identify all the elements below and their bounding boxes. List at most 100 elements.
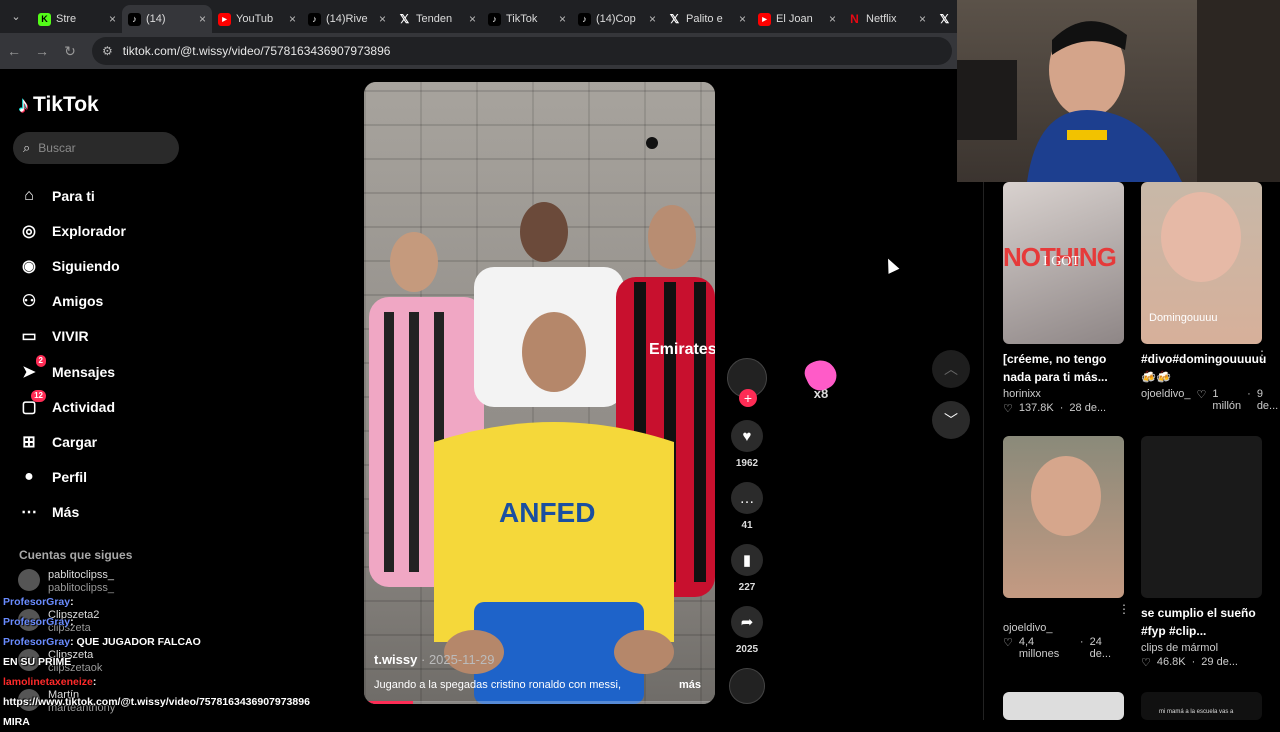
menu-item-label: Más [52, 504, 80, 521]
card-date: 28 de... [1069, 402, 1107, 414]
search-input[interactable]: ⌕ Buscar [13, 132, 179, 164]
tab-close-icon[interactable]: × [829, 12, 836, 26]
tab-close-icon[interactable]: × [559, 12, 566, 26]
card-caption[interactable]: [créeme, no tengo nada para ti más... [1003, 350, 1127, 386]
card-thumbnail[interactable]: NOTHING I GOT [1003, 182, 1124, 344]
recommendation-card[interactable]: NOTHING I GOT [créeme, no tengo nada par… [1003, 182, 1124, 415]
chat-message: https://www.tiktok.com/@t.wissy/video/75… [3, 692, 310, 732]
video-description: Jugando a la spegadas cristino ronaldo c… [374, 679, 622, 691]
video-author[interactable]: t.wissy · 2025-11-29 [374, 652, 494, 667]
reload-icon[interactable]: ↻ [56, 43, 84, 60]
browser-tab[interactable]: K Stre × [32, 5, 122, 33]
x-favicon-icon: 𝕏 [399, 12, 410, 26]
tab-close-icon[interactable]: × [469, 12, 476, 26]
tab-close-icon[interactable]: × [739, 12, 746, 26]
tab-close-icon[interactable]: × [199, 12, 206, 26]
menu-item-mensajes[interactable]: ➤ 2 Mensajes [18, 354, 126, 389]
tab-close-icon[interactable]: × [109, 12, 116, 26]
previous-video-button[interactable]: ︿ [932, 350, 970, 388]
browser-tab[interactable]: 𝕏 Tenden × [392, 5, 482, 33]
browser-tab[interactable]: ▶ El Joan × [752, 5, 842, 33]
card-thumbnail[interactable] [1003, 436, 1124, 598]
forward-icon[interactable]: → [28, 43, 56, 59]
comment-count: 41 [741, 520, 753, 531]
card-thumbnail[interactable] [1003, 692, 1124, 720]
card-author[interactable]: horinixx [1003, 388, 1124, 400]
video-player[interactable]: Emirates ANFED t.wissy · 2025-11-29 Juga… [364, 82, 715, 704]
card-thumbnail[interactable] [1141, 436, 1262, 598]
site-settings-icon[interactable]: ⚙ [102, 44, 113, 58]
recommendation-card[interactable]: se cumplio el sueño #fyp #clip... clips … [1141, 436, 1262, 669]
browser-tab[interactable]: ♪ TikTok × [482, 5, 572, 33]
card-thumbnail[interactable]: mi mamá a la escuela vas a [1141, 692, 1262, 720]
tab-title: Stre [56, 13, 77, 25]
browser-tab[interactable]: N Netflix × [842, 5, 932, 33]
follow-plus-icon[interactable]: + [739, 389, 757, 407]
like-button[interactable]: ♥ [731, 420, 763, 452]
browser-tab[interactable]: ♪ (14)Rive × [302, 5, 392, 33]
more-link[interactable]: más [679, 679, 701, 691]
video-date: 2025-11-29 [428, 652, 495, 667]
share-button[interactable]: ➦ [731, 606, 763, 638]
menu-item-más[interactable]: ⋯ Más [18, 495, 126, 530]
tab-title: Palito e [686, 13, 723, 25]
tab-close-icon[interactable]: × [649, 12, 656, 26]
browser-tab[interactable]: ♪ (14) × [122, 5, 212, 33]
thumb-text: mi mamá a la escuela vas a [1159, 709, 1234, 715]
menu-item-vivir[interactable]: ▭ VIVIR [18, 319, 126, 354]
recommendation-card[interactable]: Domingouuuu #divo#domingouuuuu🍻🍻 ojoeldi… [1141, 182, 1278, 412]
x-favicon-icon: 𝕏 [669, 12, 680, 26]
tab-close-icon[interactable]: × [379, 12, 386, 26]
comment-button[interactable]: … [731, 482, 763, 514]
browser-tab[interactable]: ▶ YouTub × [212, 5, 302, 33]
browser-tab[interactable]: 𝕏 Palito e × [662, 5, 752, 33]
menu-item-siguiendo[interactable]: ◉ Siguiendo [18, 248, 126, 283]
card-likes: 1 millón [1212, 388, 1242, 412]
tab-title: El Joan [776, 13, 813, 25]
chat-message: lamolinetaxeneize: [3, 672, 208, 692]
creator-avatar[interactable]: + [727, 358, 767, 407]
back-icon[interactable]: ← [0, 43, 28, 59]
notification-badge: 12 [31, 389, 46, 402]
url-text: tiktok.com/@t.wissy/video/75781634369079… [122, 44, 391, 58]
menu-item-label: Actividad [52, 398, 116, 415]
url-field[interactable]: ⚙ tiktok.com/@t.wissy/video/757816343690… [92, 37, 952, 65]
card-thumbnail[interactable]: Domingouuuu [1141, 182, 1262, 344]
card-author[interactable]: clips de mármol [1141, 642, 1262, 654]
tiktok-logo[interactable]: ♪ TikTok [18, 92, 99, 118]
menu-item-explorador[interactable]: ◎ Explorador [18, 213, 126, 248]
menu-item-actividad[interactable]: ▢ 12 Actividad [18, 389, 126, 424]
more-options-icon[interactable]: ⋮ [1256, 348, 1268, 362]
menu-item-perfil[interactable]: ● Perfil [18, 460, 126, 495]
home-icon: ⌂ [24, 186, 34, 204]
sound-avatar[interactable] [729, 668, 765, 704]
menu-item-label: Explorador [52, 222, 126, 239]
recommendation-card[interactable]: mi mamá a la escuela vas a [1141, 692, 1262, 720]
more-options-icon[interactable]: ⋮ [1118, 602, 1130, 616]
menu-item-para-ti[interactable]: ⌂ Para ti [18, 178, 126, 213]
action-column: + ♥ 1962 … 41 ▮ 227 ➦ 2025 [727, 358, 767, 704]
share-count: 2025 [735, 644, 759, 655]
save-button[interactable]: ▮ [731, 544, 763, 576]
menu-item-amigos[interactable]: ⚇ Amigos [18, 284, 126, 319]
notification-badge: 2 [35, 354, 46, 367]
card-caption[interactable]: se cumplio el sueño #fyp #clip... [1141, 604, 1265, 640]
recommendation-card[interactable] [1003, 692, 1124, 720]
youtube-favicon-icon: ▶ [218, 12, 231, 26]
thumb-text: Domingouuuu [1149, 312, 1218, 324]
menu-item-cargar[interactable]: ⊞ Cargar [18, 424, 126, 459]
tab-title: Netflix [866, 13, 897, 25]
card-author[interactable]: ojoeldivo_ [1141, 388, 1191, 412]
recommendation-card[interactable]: ojoeldivo_ ♡ 4,4 millones · 24 de... ⋮ [1003, 436, 1130, 660]
menu-item-label: Para ti [52, 187, 95, 204]
card-author[interactable]: ojoeldivo_ [1003, 622, 1124, 634]
video-progress-bar[interactable] [364, 701, 715, 704]
next-video-button[interactable]: ﹀ [932, 401, 970, 439]
tab-close-icon[interactable]: × [919, 12, 926, 26]
tab-close-icon[interactable]: × [289, 12, 296, 26]
tab-search-chevron-icon[interactable]: ⌄ [6, 7, 26, 27]
tiktok-favicon-icon: ♪ [128, 12, 141, 26]
card-caption[interactable]: #divo#domingouuuuu🍻🍻 [1141, 350, 1266, 386]
video-author-name[interactable]: t.wissy [374, 652, 417, 667]
browser-tab[interactable]: ♪ (14)Cop × [572, 5, 662, 33]
